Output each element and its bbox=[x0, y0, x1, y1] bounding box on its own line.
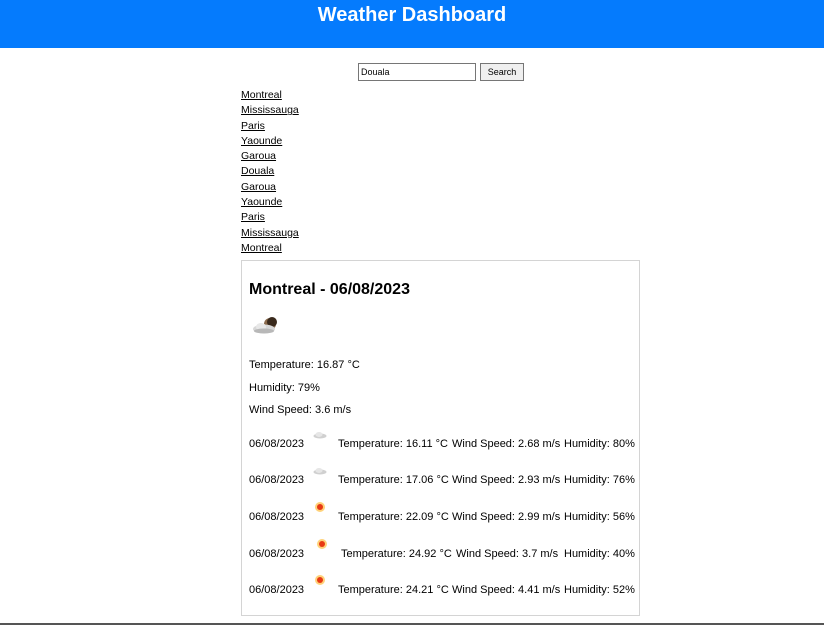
cloud-icon bbox=[313, 468, 327, 475]
sun-icon bbox=[315, 575, 325, 585]
header-bar: Weather Dashboard bbox=[0, 0, 824, 48]
history-link[interactable]: Montreal bbox=[241, 88, 299, 103]
forecast-humidity: Humidity: 76% bbox=[564, 474, 635, 486]
forecast-temperature: Temperature: 22.09 °C bbox=[338, 511, 449, 523]
history-link[interactable]: Paris bbox=[241, 210, 299, 225]
history-link[interactable]: Montreal bbox=[241, 241, 299, 256]
sun-icon bbox=[315, 502, 325, 512]
page-title: Weather Dashboard bbox=[317, 4, 507, 26]
forecast-row: 06/08/2023 Temperature: 22.09 °C Wind Sp… bbox=[249, 502, 639, 527]
forecast-humidity: Humidity: 52% bbox=[564, 584, 635, 596]
forecast-date: 06/08/2023 bbox=[249, 584, 305, 596]
forecast-date: 06/08/2023 bbox=[249, 511, 305, 523]
history-link[interactable]: Mississauga bbox=[241, 103, 299, 118]
history-link[interactable]: Garoua bbox=[241, 180, 299, 195]
history-link[interactable]: Paris bbox=[241, 119, 299, 134]
weather-card: Montreal - 06/08/2023 Temperature: 16.87… bbox=[241, 260, 640, 616]
forecast-date: 06/08/2023 bbox=[249, 438, 305, 450]
search-input[interactable] bbox=[358, 63, 476, 81]
forecast-row: 06/08/2023 Temperature: 24.21 °C Wind Sp… bbox=[249, 575, 639, 600]
forecast-temperature: Temperature: 16.11 °C bbox=[338, 438, 448, 450]
forecast-humidity: Humidity: 80% bbox=[564, 438, 635, 450]
cloud-icon bbox=[313, 432, 327, 439]
history-link[interactable]: Yaounde bbox=[241, 195, 299, 210]
forecast-wind: Wind Speed: 3.7 m/s bbox=[456, 548, 559, 560]
current-temperature: Temperature: 16.87 °C bbox=[249, 359, 360, 371]
cloud-moon-icon bbox=[253, 317, 277, 334]
forecast-temperature: Temperature: 17.06 °C bbox=[338, 474, 449, 486]
forecast-wind: Wind Speed: 2.93 m/s bbox=[452, 474, 561, 486]
forecast-date: 06/08/2023 bbox=[249, 548, 305, 560]
current-weather-title: Montreal - 06/08/2023 bbox=[249, 281, 410, 298]
forecast-row: 06/08/2023 Temperature: 16.11 °C Wind Sp… bbox=[249, 432, 639, 454]
forecast-date: 06/08/2023 bbox=[249, 474, 305, 486]
current-wind: Wind Speed: 3.6 m/s bbox=[249, 404, 352, 416]
history-link[interactable]: Mississauga bbox=[241, 226, 299, 241]
forecast-humidity: Humidity: 56% bbox=[564, 511, 635, 523]
forecast-wind: Wind Speed: 2.99 m/s bbox=[452, 511, 561, 523]
sun-icon bbox=[317, 539, 327, 549]
search-history: Montreal Mississauga Paris Yaounde Garou… bbox=[241, 88, 299, 256]
forecast-temperature: Temperature: 24.21 °C bbox=[338, 584, 449, 596]
forecast-temperature: Temperature: 24.92 °C bbox=[341, 548, 452, 560]
forecast-row: 06/08/2023 Temperature: 24.92 °C Wind Sp… bbox=[249, 539, 639, 564]
forecast-wind: Wind Speed: 4.41 m/s bbox=[452, 584, 561, 596]
forecast-humidity: Humidity: 40% bbox=[564, 548, 635, 560]
search-bar: Search bbox=[358, 63, 524, 81]
history-link[interactable]: Garoua bbox=[241, 149, 299, 164]
current-humidity: Humidity: 79% bbox=[249, 382, 320, 394]
search-button[interactable]: Search bbox=[480, 63, 524, 81]
history-link[interactable]: Yaounde bbox=[241, 134, 299, 149]
forecast-row: 06/08/2023 Temperature: 17.06 °C Wind Sp… bbox=[249, 468, 639, 490]
forecast-wind: Wind Speed: 2.68 m/s bbox=[452, 438, 561, 450]
history-link[interactable]: Douala bbox=[241, 164, 299, 179]
